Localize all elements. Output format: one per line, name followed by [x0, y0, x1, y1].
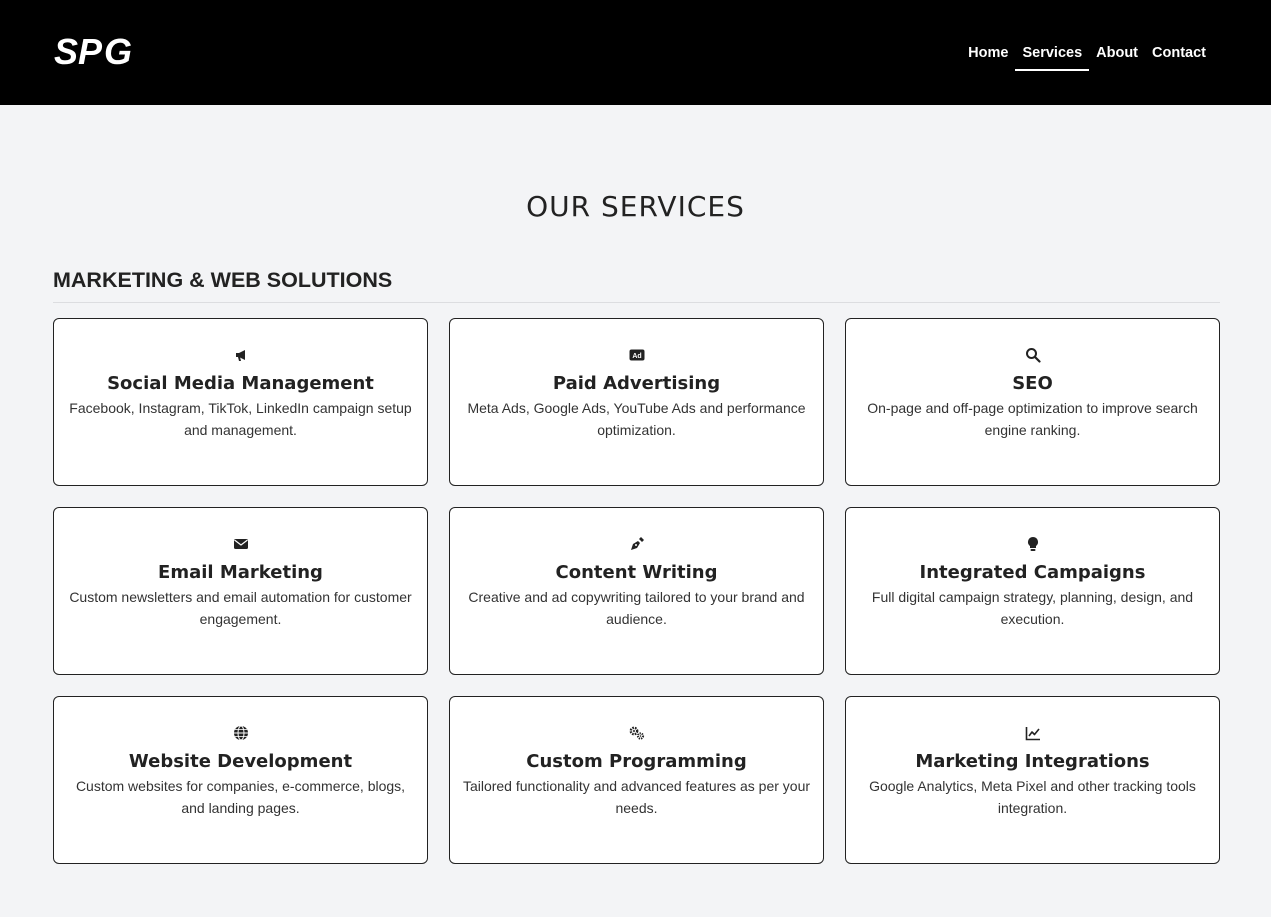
service-card-paid-advertising[interactable]: Ad Paid Advertising Meta Ads, Google Ads… [449, 318, 824, 486]
service-card-marketing-integrations[interactable]: Marketing Integrations Google Analytics,… [845, 696, 1220, 864]
main-nav: Home Services About Contact [961, 0, 1213, 105]
nav-services[interactable]: Services [1015, 0, 1089, 105]
top-navbar: S P G Home Services About Contact [0, 0, 1271, 105]
service-title: Social Media Management [107, 373, 374, 394]
chart-line-icon [1025, 727, 1040, 741]
svg-text:S: S [54, 33, 78, 69]
service-title: Integrated Campaigns [919, 562, 1146, 583]
service-card-integrated-campaigns[interactable]: Integrated Campaigns Full digital campai… [845, 507, 1220, 675]
service-title: Content Writing [555, 562, 718, 583]
service-description: Full digital campaign strategy, planning… [871, 589, 1194, 627]
service-description: On-page and off-page optimization to imp… [867, 400, 1198, 438]
pen-nib-icon [630, 537, 644, 550]
service-description: Meta Ads, Google Ads, YouTube Ads and pe… [467, 400, 806, 438]
service-title: Custom Programming [526, 751, 747, 772]
service-card-custom-programming[interactable]: Custom Programming Tailored functionalit… [449, 696, 824, 864]
service-title: Marketing Integrations [915, 751, 1150, 772]
gears-icon [629, 726, 644, 740]
spg-logo[interactable]: S P G [54, 33, 138, 69]
search-icon [1025, 348, 1041, 363]
service-card-website-development[interactable]: Website Development Custom websites for … [53, 696, 428, 864]
service-title: Paid Advertising [552, 373, 721, 394]
svg-text:Ad: Ad [632, 353, 641, 360]
service-description: Google Analytics, Meta Pixel and other t… [869, 778, 1196, 816]
globe-icon [233, 725, 248, 741]
page-title: OUR SERVICES [526, 190, 745, 223]
service-description: Facebook, Instagram, TikTok, LinkedIn ca… [69, 400, 412, 438]
service-card-email-marketing[interactable]: Email Marketing Custom newsletters and e… [53, 507, 428, 675]
service-card-social-media[interactable]: Social Media Management Facebook, Instag… [53, 318, 428, 486]
service-card-content-writing[interactable]: Content Writing Creative and ad copywrit… [449, 507, 824, 675]
services-grid: Social Media Management Facebook, Instag… [53, 318, 1220, 864]
section-title: MARKETING & WEB SOLUTIONS [53, 268, 393, 292]
service-description: Creative and ad copywriting tailored to … [468, 589, 805, 627]
lightbulb-icon [1027, 537, 1038, 551]
service-title: Website Development [128, 751, 353, 772]
megaphone-icon [235, 350, 245, 361]
service-card-seo[interactable]: SEO On-page and off-page optimization to… [845, 318, 1220, 486]
service-title: SEO [1012, 373, 1053, 394]
svg-text:P: P [78, 33, 103, 69]
service-description: Tailored functionality and advanced feat… [462, 778, 811, 816]
service-description: Custom newsletters and email automation … [69, 589, 412, 627]
svg-text:G: G [104, 33, 131, 69]
nav-about[interactable]: About [1089, 0, 1145, 105]
service-description: Custom websites for companies, e-commerc… [75, 778, 406, 816]
service-title: Email Marketing [158, 562, 323, 583]
ad-icon: Ad [629, 349, 644, 361]
envelope-icon [233, 539, 248, 549]
section-divider [53, 302, 1220, 303]
nav-contact[interactable]: Contact [1145, 0, 1213, 105]
nav-home[interactable]: Home [961, 0, 1015, 105]
